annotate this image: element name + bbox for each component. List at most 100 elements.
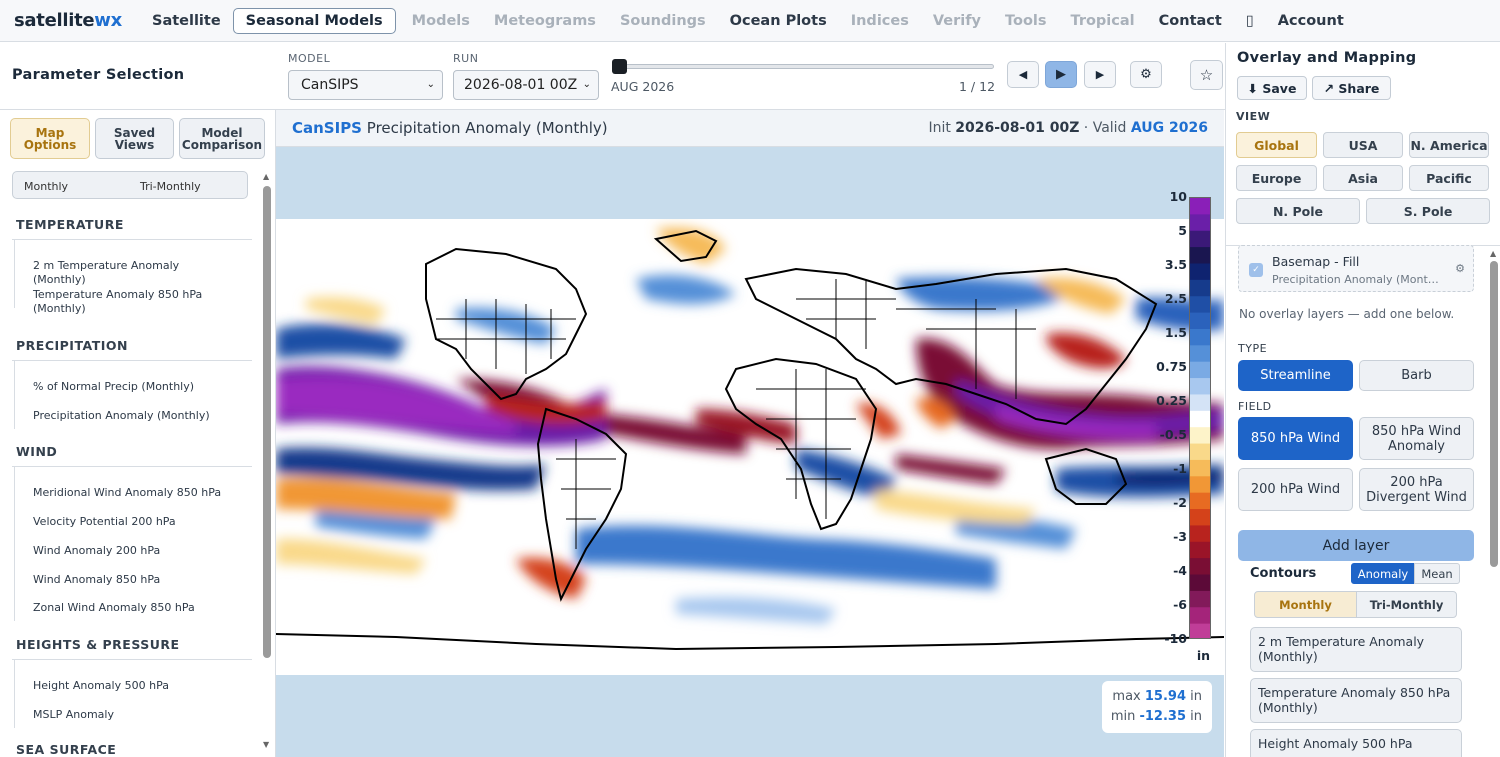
add-layer-button[interactable]: Add layer [1238, 530, 1474, 561]
parameter-item[interactable]: Wind Anomaly 850 hPa [33, 573, 233, 587]
nav-item-tools[interactable]: Tools [993, 9, 1059, 33]
slider-valid-label: AUG 2026 [611, 79, 675, 94]
scrollbar-thumb[interactable] [263, 186, 271, 658]
colorbar-swatch [1190, 263, 1210, 281]
nav-item-soundings[interactable]: Soundings [608, 9, 718, 33]
contour-item[interactable]: Temperature Anomaly 850 hPa (Monthly) [1250, 678, 1462, 723]
share-button[interactable]: ↗ Share [1312, 76, 1391, 100]
brand-accent: wx [94, 10, 122, 31]
field-200-divergent-wind-button[interactable]: 200 hPa Divergent Wind [1359, 468, 1474, 511]
section-heading[interactable]: SEA SURFACE [16, 742, 116, 757]
prev-frame-button[interactable]: ◀ [1007, 61, 1039, 88]
contour-item[interactable]: 2 m Temperature Anomaly (Monthly) [1250, 627, 1462, 672]
parameter-item[interactable]: Temperature Anomaly 850 hPa (Monthly) [33, 288, 233, 316]
scrollbar-thumb[interactable] [1490, 261, 1498, 567]
scroll-up-icon[interactable]: ▲ [263, 172, 269, 181]
favorite-button[interactable]: ☆ [1190, 60, 1223, 90]
parameter-item[interactable]: Wind Anomaly 200 hPa [33, 544, 233, 558]
contour-tri-monthly-toggle[interactable]: Tri-Monthly [1356, 591, 1457, 618]
run-select[interactable]: 2026-08-01 00Z ⌄ [453, 70, 599, 100]
nav-item-models[interactable]: Models [400, 9, 482, 33]
nav-item-tropical[interactable]: Tropical [1059, 9, 1147, 33]
section-heading[interactable]: WIND [16, 444, 57, 459]
parameter-item[interactable]: Precipitation Anomaly (Monthly) [33, 409, 233, 423]
left-scrollbar[interactable]: ▲ ▼ [262, 172, 272, 752]
contour-mean-toggle[interactable]: Mean [1414, 563, 1460, 584]
field-200-wind-button[interactable]: 200 hPa Wind [1238, 468, 1353, 511]
period-monthly[interactable]: Monthly [24, 180, 68, 193]
parameter-item[interactable]: Velocity Potential 200 hPa [33, 515, 233, 529]
section-heading[interactable]: PRECIPITATION [16, 338, 128, 353]
colorbar-swatch [1190, 476, 1210, 494]
save-button[interactable]: ⬇ Save [1237, 76, 1307, 100]
view-europe-button[interactable]: Europe [1236, 165, 1317, 191]
scroll-down-icon[interactable]: ▼ [263, 740, 269, 749]
basemap-layer[interactable]: ✓ Basemap - Fill Precipitation Anomaly (… [1238, 245, 1474, 292]
view-n-pole-button[interactable]: N. Pole [1236, 198, 1360, 224]
colorbar-tick-label: -2 [1173, 495, 1187, 510]
type-streamline-button[interactable]: Streamline [1238, 360, 1353, 391]
overlay-panel-title: Overlay and Mapping [1237, 50, 1417, 66]
time-slider-track[interactable] [616, 64, 994, 69]
time-slider-handle[interactable] [612, 59, 627, 74]
precipitation-anomaly-map [276, 227, 1224, 651]
colorbar-swatch [1190, 410, 1210, 428]
nav-item-icon[interactable]: ▯ [1234, 9, 1266, 33]
view-global-button[interactable]: Global [1236, 132, 1317, 158]
field-850-wind-button[interactable]: 850 hPa Wind [1238, 417, 1353, 460]
period-tri-monthly[interactable]: Tri-Monthly [140, 180, 201, 193]
gear-icon[interactable]: ⚙ [1455, 262, 1465, 275]
nav-item-indices[interactable]: Indices [839, 9, 921, 33]
parameter-item[interactable]: MSLP Anomaly [33, 708, 233, 722]
nav-item-contact[interactable]: Contact [1147, 9, 1234, 33]
model-select[interactable]: CanSIPS ⌄ [288, 70, 443, 100]
parameter-item[interactable]: 2 m Temperature Anomaly (Monthly) [33, 259, 233, 287]
contour-anomaly-toggle[interactable]: Anomaly [1351, 563, 1415, 584]
next-icon: ▶ [1095, 68, 1105, 81]
section-heading[interactable]: TEMPERATURE [16, 217, 124, 232]
tab-model-comparison[interactable]: Model Comparison [179, 118, 265, 159]
brand-logo[interactable]: satellitewx [0, 10, 140, 31]
parameter-item[interactable]: Meridional Wind Anomaly 850 hPa [33, 486, 233, 500]
section-heading[interactable]: HEIGHTS & PRESSURE [16, 637, 180, 652]
min-label: min [1110, 709, 1136, 724]
nav-item-ocean-plots[interactable]: Ocean Plots [718, 9, 839, 33]
nav-item-satellite[interactable]: Satellite [140, 9, 233, 33]
right-scrollbar[interactable]: ▲ [1489, 249, 1499, 757]
stats-max-row: max 15.94 in [1102, 687, 1202, 707]
parameter-item[interactable]: % of Normal Precip (Monthly) [33, 380, 233, 394]
colorbar-swatch [1190, 492, 1210, 510]
view-n-america-button[interactable]: N. America [1409, 132, 1489, 158]
view-s-pole-button[interactable]: S. Pole [1366, 198, 1490, 224]
view-usa-button[interactable]: USA [1323, 132, 1403, 158]
min-value: -12.35 [1139, 709, 1186, 724]
view-asia-button[interactable]: Asia [1323, 165, 1403, 191]
animation-settings-button[interactable]: ⚙ [1130, 61, 1162, 88]
colorbar-swatch [1190, 574, 1210, 592]
field-850-wind-anomaly-button[interactable]: 850 hPa Wind Anomaly [1359, 417, 1474, 460]
nav-item-meteograms[interactable]: Meteograms [482, 9, 608, 33]
next-frame-button[interactable]: ▶ [1084, 61, 1116, 88]
colorbar-tick-label: 1.5 [1164, 325, 1187, 340]
colorbar-swatch [1190, 443, 1210, 461]
nav-item-account[interactable]: Account [1266, 9, 1356, 33]
checkbox[interactable]: ✓ [1249, 263, 1263, 277]
map-area: CanSIPS Precipitation Anomaly (Monthly) … [276, 110, 1224, 757]
view-pacific-button[interactable]: Pacific [1409, 165, 1489, 191]
basemap-subtitle: Precipitation Anomaly (Mont… [1272, 273, 1439, 286]
contour-item[interactable]: Height Anomaly 500 hPa [1250, 729, 1462, 757]
parameter-item[interactable]: Height Anomaly 500 hPa [33, 679, 233, 693]
play-button[interactable]: ▶ [1045, 61, 1077, 88]
scroll-up-icon[interactable]: ▲ [1490, 249, 1496, 258]
tab-map-options[interactable]: Map Options [10, 118, 90, 159]
weather-map[interactable] [276, 219, 1224, 675]
max-value: 15.94 [1144, 689, 1186, 704]
period-toggle[interactable]: Monthly Tri-Monthly [12, 171, 248, 199]
tab-label: Model Comparison [181, 125, 263, 152]
parameter-item[interactable]: Zonal Wind Anomaly 850 hPa [33, 601, 233, 615]
contour-monthly-toggle[interactable]: Monthly [1254, 591, 1357, 618]
tab-saved-views[interactable]: Saved Views [95, 118, 174, 159]
nav-item-verify[interactable]: Verify [921, 9, 993, 33]
nav-item-seasonal-models[interactable]: Seasonal Models [232, 7, 396, 34]
type-barb-button[interactable]: Barb [1359, 360, 1474, 391]
